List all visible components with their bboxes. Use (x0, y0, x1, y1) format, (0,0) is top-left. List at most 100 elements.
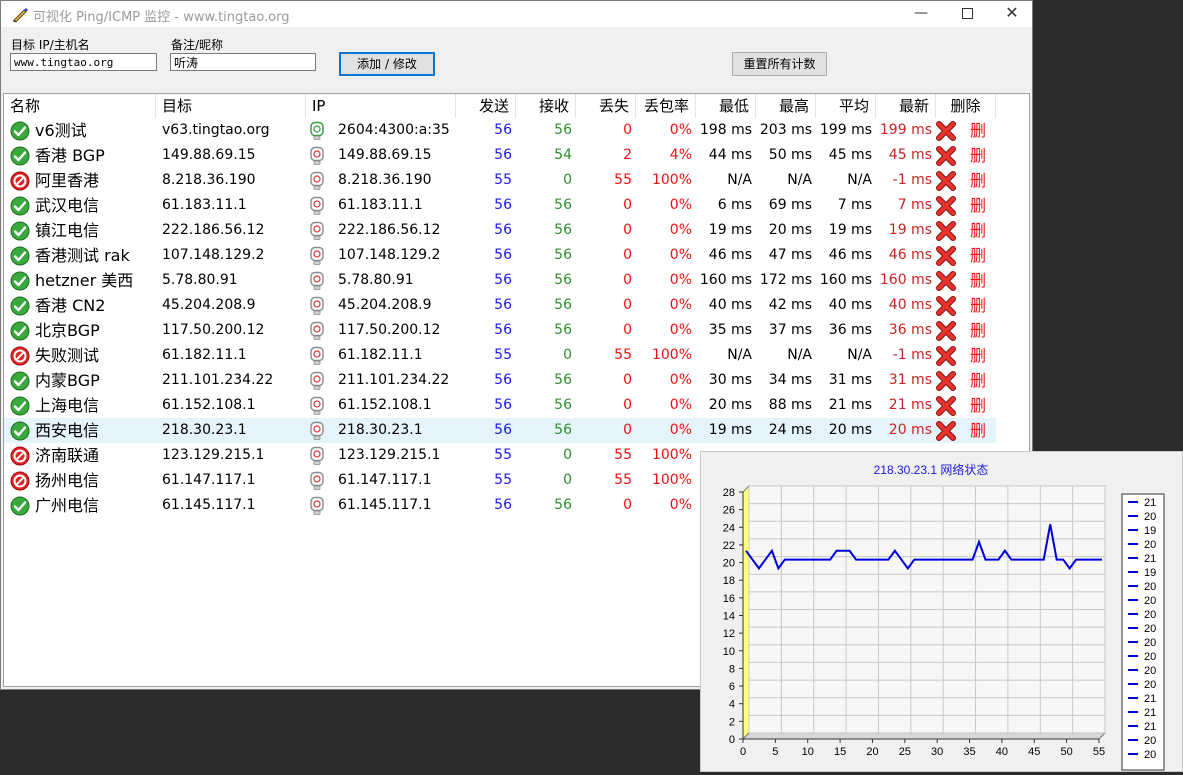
minimize-button[interactable]: — (898, 1, 944, 27)
table-row[interactable]: 失败测试 61.182.11.1 61.182.11.1 55 0 55 100% N/A N/… (4, 343, 996, 368)
cell-name: 广州电信 (35, 496, 100, 515)
cell-last: 199 ms (879, 122, 932, 138)
cell-name: 香港测试 rak (35, 246, 130, 265)
column-header-target[interactable]: 目标 (156, 94, 306, 118)
cell-lost: 55 (614, 172, 632, 188)
cell-loss: 100% (651, 472, 692, 488)
delete-button[interactable]: 删 (970, 143, 994, 168)
delete-button[interactable]: 删 (970, 368, 994, 393)
delete-button[interactable]: 删 (970, 118, 994, 143)
column-header-sent[interactable]: 发送 (456, 94, 516, 118)
x-tick-label: 10 (802, 746, 814, 758)
delete-button[interactable]: 删 (970, 268, 994, 293)
table-row[interactable]: hetzner 美西 5.78.80.91 5.78.80.91 56 56 0 0% 160… (4, 268, 996, 293)
table-row[interactable]: 香港 BGP 149.88.69.15 149.88.69.15 56 54 2 4% 44 … (4, 143, 996, 168)
cell-recv: 56 (554, 372, 572, 388)
table-row[interactable]: 阿里香港 8.218.36.190 8.218.36.190 55 0 55 100% N/A… (4, 168, 996, 193)
column-header-last[interactable]: 最新 (876, 94, 936, 118)
cell-avg: 21 ms (828, 397, 872, 413)
column-header-name[interactable]: 名称 (4, 94, 156, 118)
delete-x-icon[interactable] (935, 370, 957, 392)
delete-x-icon[interactable] (935, 345, 957, 367)
cell-lost: 0 (623, 372, 632, 388)
delete-button[interactable]: 删 (970, 168, 994, 193)
cell-target: 61.183.11.1 (162, 197, 247, 213)
status-ok-icon (10, 246, 30, 266)
cell-last: 46 ms (888, 247, 932, 263)
column-header-recv[interactable]: 接收 (516, 94, 576, 118)
delete-x-icon[interactable] (935, 420, 957, 442)
status-ok-icon (10, 121, 30, 141)
delete-x-icon[interactable] (935, 245, 957, 267)
table-row[interactable]: 北京BGP 117.50.200.12 117.50.200.12 56 56 0 0% 35… (4, 318, 996, 343)
ipv4-icon (308, 171, 326, 191)
table-row[interactable]: v6测试 v63.tingtao.org 2604:4300:a:356… 56 56 0… (4, 118, 996, 143)
table-row[interactable]: 西安电信 218.30.23.1 218.30.23.1 56 56 0 0% 19 ms 24… (4, 418, 996, 443)
column-header-ip[interactable]: IP (306, 94, 456, 118)
cell-name: 扬州电信 (35, 471, 100, 490)
delete-button[interactable]: 删 (970, 318, 994, 343)
table-row[interactable]: 内蒙BGP 211.101.234.22 211.101.234.22 56 56 0 0%… (4, 368, 996, 393)
cell-max: 24 ms (768, 422, 812, 438)
maximize-icon (961, 8, 973, 19)
cell-lost: 55 (614, 347, 632, 363)
delete-x-icon[interactable] (935, 395, 957, 417)
column-header-min[interactable]: 最低 (696, 94, 756, 118)
cell-lost: 0 (623, 297, 632, 313)
table-row[interactable]: 香港测试 rak 107.148.129.2 107.148.129.2 56 56 0 0… (4, 243, 996, 268)
cell-loss: 0% (669, 422, 692, 438)
cell-avg: 7 ms (837, 197, 872, 213)
target-input[interactable]: www.tingtao.org (10, 53, 157, 71)
column-header-del[interactable]: 删除 (936, 94, 996, 118)
delete-x-icon[interactable] (935, 195, 957, 217)
column-header-lost[interactable]: 丢失 (576, 94, 636, 118)
legend-entry: 20 (1144, 595, 1156, 607)
x-tick-label: 35 (963, 746, 975, 758)
table-row[interactable]: 镇江电信 222.186.56.12 222.186.56.12 56 56 0 0% 19 … (4, 218, 996, 243)
delete-button[interactable]: 删 (970, 418, 994, 443)
ipv4-icon (308, 421, 326, 441)
delete-button[interactable]: 删 (970, 393, 994, 418)
cell-avg: 199 ms (819, 122, 872, 138)
close-icon: ✕ (1005, 3, 1019, 22)
status-ok-icon (10, 421, 30, 441)
delete-x-icon[interactable] (935, 120, 957, 142)
table-row[interactable]: 上海电信 61.152.108.1 61.152.108.1 56 56 0 0% 20 ms… (4, 393, 996, 418)
note-input[interactable]: 听涛 (170, 53, 316, 71)
delete-button[interactable]: 删 (970, 343, 994, 368)
delete-button[interactable]: 删 (970, 243, 994, 268)
delete-button[interactable]: 删 (970, 293, 994, 318)
delete-x-icon[interactable] (935, 320, 957, 342)
ipv4-icon (308, 146, 326, 166)
cell-ip: 123.129.215.1 (338, 447, 441, 463)
delete-button[interactable]: 删 (970, 218, 994, 243)
cell-last: 40 ms (888, 297, 932, 313)
status-ok-icon (10, 321, 30, 341)
reset-counts-button[interactable]: 重置所有计数 (732, 52, 827, 76)
delete-x-icon[interactable] (935, 220, 957, 242)
cell-ip: 61.183.11.1 (338, 197, 423, 213)
add-modify-button[interactable]: 添加 / 修改 (339, 52, 435, 76)
close-window-button[interactable]: ✕ (989, 1, 1035, 27)
column-header-avg[interactable]: 平均 (816, 94, 876, 118)
cell-last: 19 ms (888, 222, 932, 238)
column-header-max[interactable]: 最高 (756, 94, 816, 118)
cell-sent: 56 (494, 272, 512, 288)
column-header-loss[interactable]: 丢包率 (636, 94, 696, 118)
status-fail-icon (10, 171, 30, 191)
delete-x-icon[interactable] (935, 170, 957, 192)
legend-entry: 20 (1144, 679, 1156, 691)
delete-x-icon[interactable] (935, 295, 957, 317)
delete-button[interactable]: 删 (970, 193, 994, 218)
table-row[interactable]: 武汉电信 61.183.11.1 61.183.11.1 56 56 0 0% 6 ms 69 … (4, 193, 996, 218)
target-label: 目标 IP/主机名 (11, 38, 90, 52)
cell-ip: 2604:4300:a:356… (338, 122, 450, 138)
status-ok-icon (10, 146, 30, 166)
cell-max: N/A (787, 347, 812, 363)
delete-x-icon[interactable] (935, 145, 957, 167)
cell-sent: 56 (494, 297, 512, 313)
maximize-button[interactable] (944, 1, 990, 27)
chart-floor (741, 732, 1107, 740)
delete-x-icon[interactable] (935, 270, 957, 292)
table-row[interactable]: 香港 CN2 45.204.208.9 45.204.208.9 56 56 0 0% 40 … (4, 293, 996, 318)
